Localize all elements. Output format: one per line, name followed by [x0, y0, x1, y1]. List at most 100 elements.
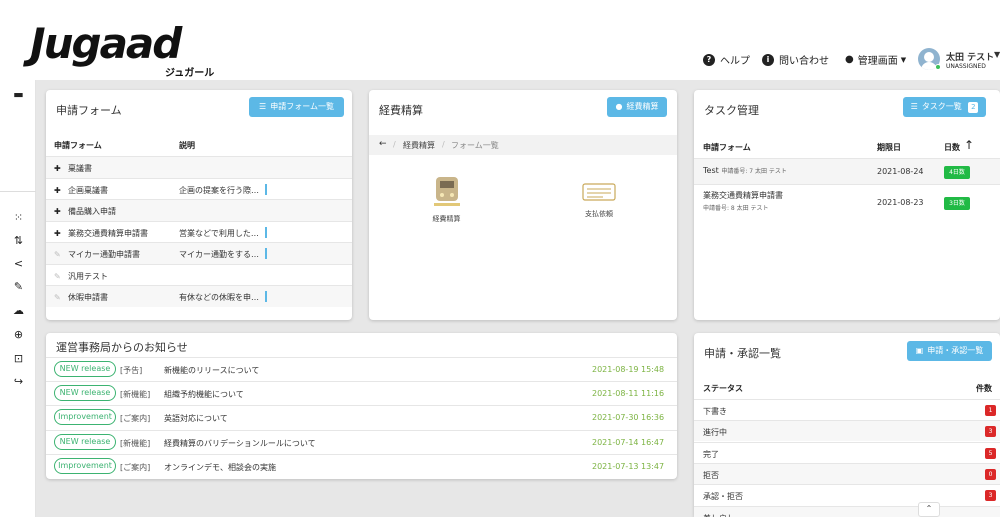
sort-arrow-up-icon[interactable]: ↑: [964, 138, 974, 152]
caret-down-icon: ▼: [900, 55, 907, 64]
payment-tile-label: 支払依頼: [585, 210, 613, 218]
news-date: 2021-08-19 15:48: [592, 365, 665, 374]
contact-link[interactable]: i 問い合わせ: [762, 52, 829, 67]
news-item[interactable]: Improvement [ご案内] オンラインデモ、相談会の実施 2021-07-13…: [46, 453, 677, 478]
cloud-upload-icon[interactable]: ☁: [12, 304, 25, 317]
task-list-button[interactable]: ☰ タスク一覧 2: [903, 97, 986, 117]
status-label: 拒否: [703, 470, 719, 480]
news-text: 新機能のリリースについて: [164, 366, 260, 375]
breadcrumb-separator: /: [393, 140, 396, 149]
news-text: 英語対応について: [164, 414, 228, 424]
sort-icon[interactable]: ⇅: [12, 234, 25, 247]
col-count: 件数: [976, 384, 992, 393]
back-arrow-icon[interactable]: ←: [379, 139, 387, 149]
pin-icon[interactable]: ✎: [54, 293, 63, 302]
form-list-button[interactable]: ☰ 申請フォーム一覧: [249, 97, 344, 117]
form-name: 稟議書: [68, 164, 92, 173]
grid-icon[interactable]: ⁙: [12, 211, 25, 224]
news-item[interactable]: NEW release [新機能] 経費精算のバリデーションルールについて 2021-…: [46, 429, 677, 454]
task-row[interactable]: 業務交通費精算申請書 申請番号: 8 太田 テスト 2021-08-23 3日数: [694, 184, 1000, 220]
news-category: [新機能]: [120, 390, 151, 400]
help-link[interactable]: ? ヘルプ: [703, 52, 750, 67]
scroll-to-top-button[interactable]: ⌃: [918, 502, 940, 517]
news-tag: NEW release: [54, 385, 116, 402]
news-item[interactable]: Improvement [ご案内] 英語対応について 2021-07-30 16:36: [46, 405, 677, 429]
user-edit-icon[interactable]: ✎: [12, 280, 25, 293]
form-name: 休暇申請書: [68, 293, 108, 302]
form-row[interactable]: ✚ 企画稟議書 企画の提案を行う際…: [46, 177, 352, 200]
lock-icon[interactable]: ⊡: [12, 352, 25, 365]
news-text: オンラインデモ、相談会の実施: [164, 462, 276, 472]
logo-text: Jugaad: [30, 19, 182, 68]
form-row[interactable]: ✚ 備品購入申請: [46, 199, 352, 221]
train-icon: [433, 177, 460, 206]
form-row[interactable]: ✎ 汎用テスト: [46, 263, 352, 286]
question-icon: ?: [703, 53, 715, 66]
desc-indicator: [265, 248, 267, 259]
news-item[interactable]: NEW release [予告] 新機能のリリースについて 2021-08-19 15…: [46, 357, 677, 381]
payment-tile[interactable]: 支払依頼: [574, 182, 624, 222]
status-row[interactable]: 拒否 0: [694, 462, 1000, 484]
desc-indicator: [265, 183, 267, 195]
briefcase-icon[interactable]: ▬: [12, 88, 25, 101]
pin-icon[interactable]: ✎: [54, 250, 63, 259]
forms-card: 申請フォーム ☰ 申請フォーム一覧 申請フォーム 説明 ✚ 稟議書 ✚ 企画稟議書 企画の…: [46, 90, 352, 320]
breadcrumb-item[interactable]: 経費精算: [403, 140, 435, 151]
news-category: [新機能]: [120, 438, 151, 448]
expense-button-label: 経費精算: [626, 102, 659, 111]
news-item[interactable]: NEW release [新機能] 組織予約機能について 2021-08-11 11:…: [46, 381, 677, 405]
status-label: 完了: [703, 449, 719, 459]
news-tag: NEW release: [54, 361, 116, 377]
task-list-button-label: タスク一覧: [921, 102, 962, 111]
status-row[interactable]: 完了 5: [694, 441, 1000, 463]
status-label: 下書き: [703, 407, 727, 416]
approval-list-button[interactable]: ▣ 申請・承認一覧: [907, 341, 992, 361]
count-badge: 3: [985, 426, 996, 438]
inbox-icon: ▣: [915, 346, 924, 355]
tasks-card: タスク管理 ☰ タスク一覧 2 申請フォーム 期限日 日数 ↑ Test 申請番号…: [694, 90, 1000, 320]
globe-icon[interactable]: ⊕: [12, 328, 25, 341]
chevron-up-icon: ⌃: [925, 504, 933, 513]
logo[interactable]: Jugaad ジュガール: [30, 19, 214, 80]
form-name-cell: ✎ 汎用テスト: [54, 271, 108, 282]
form-row[interactable]: ✚ 稟議書: [46, 156, 352, 178]
expense-tile[interactable]: 経費精算: [424, 175, 469, 230]
pin-icon[interactable]: ✚: [54, 229, 63, 238]
approval-card-title: 申請・承認一覧: [704, 347, 781, 360]
days-badge: 4日数: [944, 166, 970, 179]
form-row[interactable]: ✎ マイカー通勤申請書 マイカー通勤をする…: [46, 242, 352, 264]
count-badge: 0: [985, 468, 996, 480]
expense-card: 経費精算 ● 経費精算 ← / 経費精算 / フォーム一覧 経費精算 支払依頼: [369, 90, 677, 320]
form-name-cell: ✚ 業務交通費精算申請書: [54, 228, 148, 239]
form-name: マイカー通勤申請書: [68, 250, 140, 259]
pin-icon[interactable]: ✚: [54, 164, 63, 173]
form-name: 業務交通費精算申請書: [68, 228, 148, 238]
pin-icon[interactable]: ✎: [54, 272, 63, 281]
task-name: Test: [703, 166, 719, 175]
count-badge: 5: [985, 447, 996, 459]
payment-terminal-icon: [582, 183, 616, 201]
news-date: 2021-07-30 16:36: [592, 413, 665, 423]
task-row[interactable]: Test 申請番号: 7 太田 テスト 2021-08-24 4日数: [694, 158, 1000, 184]
share-icon[interactable]: <: [12, 257, 25, 270]
status-row[interactable]: 下書き 1: [694, 399, 1000, 420]
user-role: UNASSIGNED: [946, 63, 986, 70]
form-row[interactable]: ✚ 業務交通費精算申請書 営業などで利用した…: [46, 220, 352, 243]
user-name: 太田 テスト: [946, 53, 995, 63]
pin-icon[interactable]: ✚: [54, 186, 63, 195]
status-row[interactable]: 承認・拒否 3: [694, 484, 1000, 505]
pin-icon[interactable]: ✚: [54, 207, 63, 216]
user-menu[interactable]: 太田 テスト UNASSIGNED ▼: [918, 48, 1000, 74]
expense-button[interactable]: ● 経費精算: [607, 97, 667, 117]
status-row[interactable]: 進行中 3: [694, 420, 1000, 442]
status-row[interactable]: 差し戻し: [694, 505, 1000, 517]
status-label: 進行中: [703, 428, 727, 438]
sign-out-icon[interactable]: ↪: [12, 375, 25, 388]
news-category: [予告]: [120, 366, 143, 375]
form-row[interactable]: ✎ 休暇申請書 有休などの休暇を申…: [46, 285, 352, 307]
form-name: 企画稟議書: [68, 185, 108, 195]
news-date: 2021-07-14 16:47: [592, 437, 665, 447]
admin-menu[interactable]: ● 管理画面 ▼: [845, 52, 906, 67]
desc-indicator: [265, 291, 267, 302]
news-text: 組織予約機能について: [164, 390, 244, 400]
